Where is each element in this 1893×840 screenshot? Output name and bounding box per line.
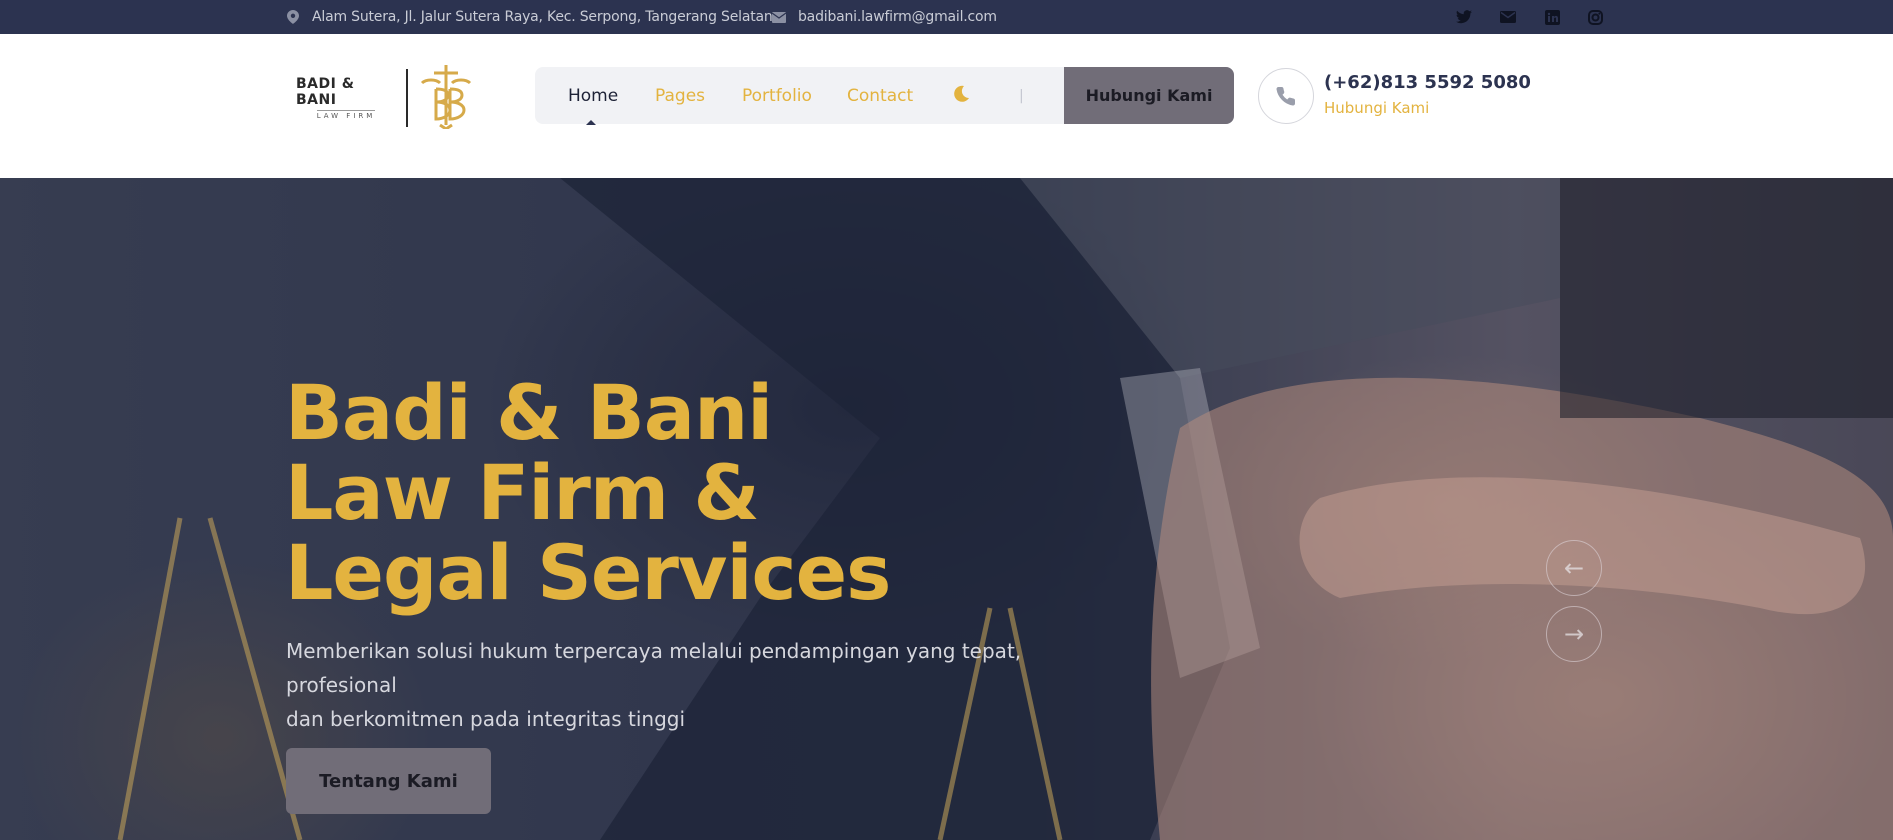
nav-portfolio[interactable]: Portfolio	[742, 67, 812, 124]
envelope-icon	[772, 10, 786, 24]
phone-icon[interactable]	[1258, 68, 1314, 124]
phone-number[interactable]: (+62)813 5592 5080	[1324, 72, 1531, 93]
arrow-left-icon: ←	[1563, 554, 1585, 582]
hero-title: Badi & Bani Law Firm & Legal Services	[285, 373, 985, 613]
site-header: BADI & BANI LAW FIRM Home Pages Portfoli…	[0, 34, 1893, 178]
nav-home[interactable]: Home	[568, 67, 618, 124]
address-text: Alam Sutera, Jl. Jalur Sutera Raya, Kec.…	[312, 9, 773, 25]
map-pin-icon	[286, 10, 300, 24]
logo-main-text: BADI & BANI	[296, 76, 355, 108]
hero-section: Badi & Bani Law Firm & Legal Services Me…	[0, 178, 1893, 840]
logo-sub-text: LAW FIRM	[316, 110, 376, 120]
email-info[interactable]: badibani.lawfirm@gmail.com	[772, 0, 997, 34]
arrow-right-icon: →	[1563, 620, 1585, 648]
linkedin-icon[interactable]	[1541, 6, 1563, 28]
slider-prev-button[interactable]: ←	[1546, 540, 1602, 596]
phone-label: Hubungi Kami	[1324, 99, 1430, 117]
moon-icon[interactable]	[951, 84, 971, 104]
active-indicator	[586, 120, 596, 125]
nav-separator: |	[1019, 88, 1024, 104]
hero-title-line: Badi & Bani	[285, 368, 773, 457]
hero-subtitle-line: dan berkomitmen pada integritas tinggi	[286, 707, 686, 731]
hero-title-line: Legal Services	[285, 528, 891, 617]
hero-title-line: Law Firm &	[285, 448, 760, 537]
hero-subtitle-line: Memberikan solusi hukum terpercaya melal…	[286, 639, 1022, 697]
slider-next-button[interactable]: →	[1546, 606, 1602, 662]
logo-wordmark: BADI & BANI LAW FIRM	[296, 76, 396, 120]
about-us-button[interactable]: Tentang Kami	[286, 748, 491, 814]
mail-icon[interactable]	[1497, 6, 1519, 28]
logo-divider	[406, 69, 408, 127]
logo-emblem-icon	[416, 63, 476, 133]
top-bar: Alam Sutera, Jl. Jalur Sutera Raya, Kec.…	[0, 0, 1893, 34]
instagram-icon[interactable]	[1584, 6, 1606, 28]
nav-contact[interactable]: Contact	[847, 67, 913, 124]
twitter-icon[interactable]	[1453, 6, 1475, 28]
site-logo[interactable]: BADI & BANI LAW FIRM	[296, 64, 476, 132]
hero-subtitle: Memberikan solusi hukum terpercaya melal…	[286, 634, 1076, 736]
address-info: Alam Sutera, Jl. Jalur Sutera Raya, Kec.…	[286, 0, 773, 34]
contact-us-button[interactable]: Hubungi Kami	[1064, 67, 1234, 124]
nav-pages[interactable]: Pages	[655, 67, 705, 124]
email-text[interactable]: badibani.lawfirm@gmail.com	[798, 9, 997, 25]
